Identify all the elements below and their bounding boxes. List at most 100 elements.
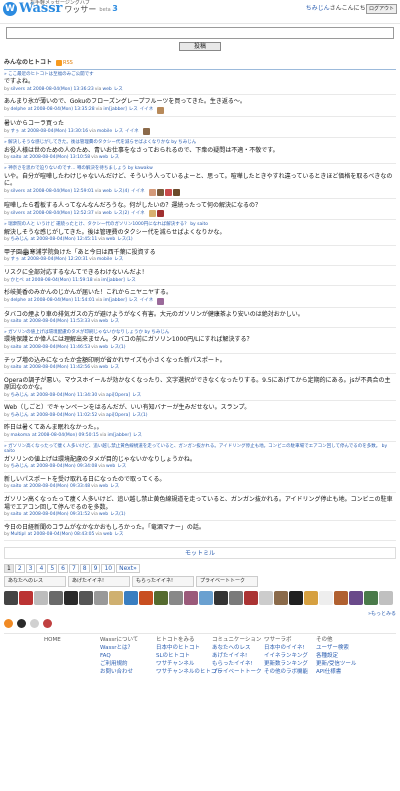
reply-context[interactable]: » ここ最近のヒトコトは至福のみご公開です	[4, 72, 396, 78]
reply-link[interactable]: レス	[110, 155, 119, 161]
entry-source-link[interactable]: web	[99, 319, 108, 325]
user-avatar[interactable]	[79, 590, 93, 605]
entry-user-link[interactable]: silvers	[11, 87, 25, 93]
entry-user-link[interactable]: すぅ	[11, 129, 20, 135]
entry-source-link[interactable]: web	[106, 464, 115, 470]
entry-source-link[interactable]: web	[103, 532, 112, 538]
user-avatar[interactable]	[199, 590, 213, 605]
entry-source-link[interactable]: api[Opera]	[106, 413, 130, 419]
footer-link[interactable]: ワサチャンネルのヒトコト	[156, 668, 222, 676]
greeting-user-link[interactable]: ちみじん	[306, 5, 330, 12]
fav-avatar[interactable]	[148, 188, 156, 196]
entry-date-link[interactable]: at 2008-08-04(Mon) 12:59:01	[27, 189, 94, 195]
footer-column-head[interactable]: HOME	[44, 636, 100, 644]
fav-avatar[interactable]	[157, 297, 165, 305]
reply-context[interactable]: » 解決しそうな感じがしてきた。後は管理費のタクシー代を減らせばよくなりかな b…	[4, 140, 396, 146]
logout-button[interactable]: ログアウト	[365, 4, 397, 15]
entry-user-link[interactable]: saito	[11, 319, 22, 325]
footer-link[interactable]: もらったイイネ!	[212, 660, 264, 668]
entry-user-link[interactable]: silvers	[11, 189, 25, 195]
page-link[interactable]: 4	[36, 563, 47, 574]
entry-source-link[interactable]: mobile	[97, 129, 112, 135]
user-avatar[interactable]	[139, 590, 153, 605]
reply-link[interactable]: レス	[129, 298, 138, 304]
footer-link[interactable]: API仕様書	[316, 668, 368, 676]
user-avatar[interactable]	[184, 590, 198, 605]
footer-link[interactable]: FAQ	[100, 652, 156, 660]
user-avatar[interactable]	[94, 590, 108, 605]
entry-date-link[interactable]: at 2008-08-04(Mon) 12:52:37	[27, 211, 94, 217]
like-link[interactable]: イイネ	[125, 129, 139, 135]
entry-source-link[interactable]: web	[99, 155, 108, 161]
entry-source-link[interactable]: api[Opera]	[106, 393, 130, 399]
reply-link[interactable]: レス	[110, 319, 119, 325]
reply-context[interactable]: » ガソリンの値上げは環境配慮のタメが印刷じゃないかなりしょうか by ちみじん	[4, 330, 396, 336]
page-link[interactable]: 3	[25, 563, 36, 574]
activity-tab[interactable]: もらったイイネ!	[132, 576, 194, 587]
footer-link[interactable]: 日本中のイイネ!	[264, 644, 316, 652]
fav-avatar[interactable]	[156, 210, 164, 218]
page-link[interactable]: 7	[68, 563, 79, 574]
footer-link[interactable]: 各種設定	[316, 652, 368, 660]
reply-link[interactable]: レス	[114, 257, 123, 263]
reply-link[interactable]: レス(1)	[110, 512, 125, 518]
entry-date-link[interactable]: at 2008-08-04(Mon) 11:46:53	[23, 345, 90, 351]
reply-link[interactable]: レス	[127, 278, 136, 284]
user-avatar[interactable]	[34, 590, 48, 605]
user-avatar[interactable]	[334, 590, 348, 605]
footer-link[interactable]: ご利用規約	[100, 660, 156, 668]
entry-source-link[interactable]: web	[99, 345, 108, 351]
entry-user-link[interactable]: ちみじん	[11, 464, 29, 470]
user-avatar[interactable]	[289, 590, 303, 605]
footer-link[interactable]: SLのヒトコト	[156, 652, 212, 660]
entry-date-link[interactable]: at 2008-08-04(Mon) 09:50:15	[32, 433, 99, 439]
page-link[interactable]: 5	[47, 563, 58, 574]
entry-date-link[interactable]: at 2008-08-04(Mon) 11:34:30	[31, 393, 98, 399]
like-link[interactable]: イイネ	[140, 107, 154, 113]
entry-date-link[interactable]: at 2008-08-04(Mon) 13:10:58	[23, 155, 90, 161]
reply-link[interactable]: レス	[129, 107, 138, 113]
user-avatar[interactable]	[259, 590, 273, 605]
user-avatar[interactable]	[379, 590, 393, 605]
reply-link[interactable]: レス	[132, 393, 141, 399]
post-input[interactable]	[6, 27, 394, 39]
user-avatar[interactable]	[169, 590, 183, 605]
entry-user-link[interactable]: ちみじん	[11, 413, 29, 419]
footer-link[interactable]: 日本中のヒトコト	[156, 644, 212, 652]
entry-date-link[interactable]: at 2008-08-04(Mon) 09:33:48	[23, 484, 90, 490]
user-avatar[interactable]	[19, 590, 33, 605]
reply-link[interactable]: レス	[114, 129, 123, 135]
entry-user-link[interactable]: saito	[11, 365, 22, 371]
user-avatar[interactable]	[214, 590, 228, 605]
footer-column-head[interactable]: ヒトコトをみる	[156, 636, 212, 644]
user-avatar[interactable]	[244, 590, 258, 605]
entry-source-link[interactable]: web	[99, 365, 108, 371]
footer-link[interactable]: あげたイイネ!	[212, 652, 264, 660]
entry-source-link[interactable]: web	[102, 211, 111, 217]
more-button[interactable]: モットミル	[4, 546, 396, 559]
entry-source-link[interactable]: im[jabber]	[101, 278, 124, 284]
footer-link[interactable]: ワサチャンネル	[156, 660, 212, 668]
entry-date-link[interactable]: at 2008-08-04(Mon) 13:35:28	[28, 107, 95, 113]
page-link[interactable]: 2	[14, 563, 25, 574]
entry-user-link[interactable]: すぅ	[11, 257, 20, 263]
user-avatar[interactable]	[4, 590, 18, 605]
reply-link[interactable]: レス(2)	[114, 211, 129, 217]
user-avatar[interactable]	[349, 590, 363, 605]
activity-tab[interactable]: あなたへのレス	[4, 576, 66, 587]
entry-date-link[interactable]: at 2008-08-04(Mon) 11:59:18	[26, 278, 93, 284]
user-avatar[interactable]	[274, 590, 288, 605]
user-avatar[interactable]	[364, 590, 378, 605]
user-avatar[interactable]	[154, 590, 168, 605]
reply-context[interactable]: » 神奈さを思わで迫りないのです... 噂の解決を待ちましょう by kawak…	[4, 166, 396, 172]
footer-badge-icon[interactable]	[4, 618, 13, 628]
reply-context[interactable]: » ガソリン高くなったって痩く人多いけど、追い越し禁止黄色線規道を走っていると、…	[4, 444, 396, 455]
footer-link[interactable]: 更新数ランキング	[264, 660, 316, 668]
page-link[interactable]: 1	[4, 563, 14, 574]
reply-link[interactable]: レス(1)	[110, 345, 125, 351]
entry-user-link[interactable]: saito	[11, 484, 22, 490]
footer-column-head[interactable]: その他	[316, 636, 368, 644]
entry-source-link[interactable]: im[jabber]	[103, 298, 126, 304]
entry-user-link[interactable]: Multipl	[11, 532, 26, 538]
post-button[interactable]: 投稿	[179, 42, 221, 51]
